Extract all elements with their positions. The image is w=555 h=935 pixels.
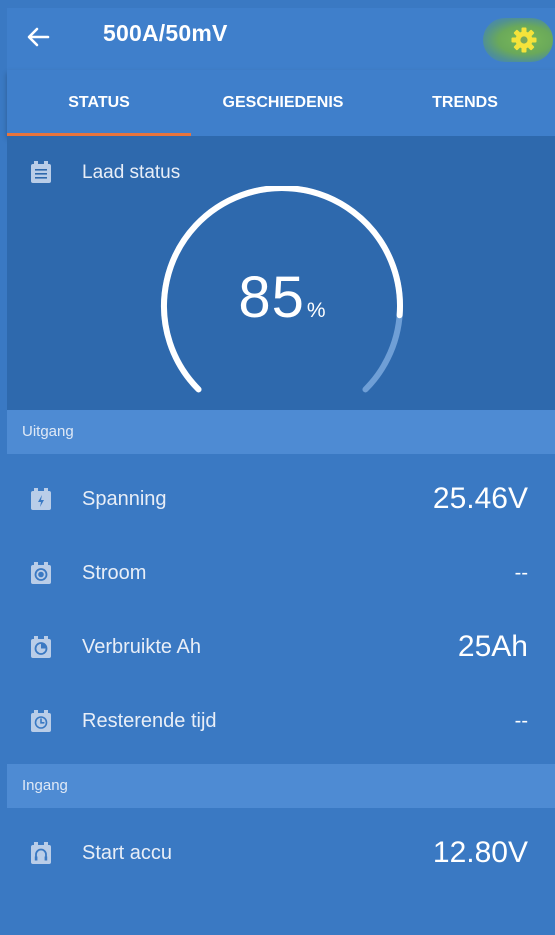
page-title: 500A/50mV [103,20,228,46]
tab-geschiedenis[interactable]: GESCHIEDENIS [191,70,375,136]
gear-icon [511,27,537,53]
row-consumed-ah[interactable]: Verbruikte Ah 25Ah [7,610,555,684]
row-label: Spanning [82,488,167,510]
row-label: Stroom [82,562,147,584]
starter-battery-icon [31,842,51,864]
clock-icon [31,710,51,732]
row-value: 12.80V [432,836,528,869]
row-remaining-time[interactable]: Resterende tijd -- [7,684,555,758]
app-screen: 500A/50mV STATUS GESCHIEDENIS TRENDS Laa… [7,8,555,935]
gauge-value: 85 [238,265,305,330]
row-value: 25.46V [432,482,528,515]
current-icon [31,562,51,584]
app-bar: 500A/50mV [7,8,555,70]
row-voltage[interactable]: Spanning 25.46V [7,462,555,536]
battery-list-icon [31,161,51,183]
row-current[interactable]: Stroom -- [7,536,555,610]
tab-status[interactable]: STATUS [7,70,191,136]
gauge-label: Laad status [82,162,181,183]
row-label: Verbruikte Ah [82,636,201,658]
arrow-left-icon[interactable] [23,22,53,52]
charge-percentage: 85% [157,264,407,331]
row-label: Resterende tijd [82,710,217,732]
section-header-output: Uitgang [7,410,555,454]
gauge-unit: % [306,299,326,322]
row-starter-battery[interactable]: Start accu 12.80V [7,816,555,890]
voltage-bolt-icon [31,488,51,510]
section-header-input: Ingang [7,764,555,808]
row-value: -- [514,710,528,732]
row-value: -- [514,562,528,584]
tab-trends[interactable]: TRENDS [375,70,555,136]
row-value: 25Ah [457,630,528,663]
row-label: Start accu [82,842,173,864]
tab-bar: STATUS GESCHIEDENIS TRENDS [7,70,555,136]
consumed-ah-icon [31,636,51,658]
settings-button[interactable] [483,14,555,66]
charge-status-panel: Laad status 85% [7,136,555,410]
